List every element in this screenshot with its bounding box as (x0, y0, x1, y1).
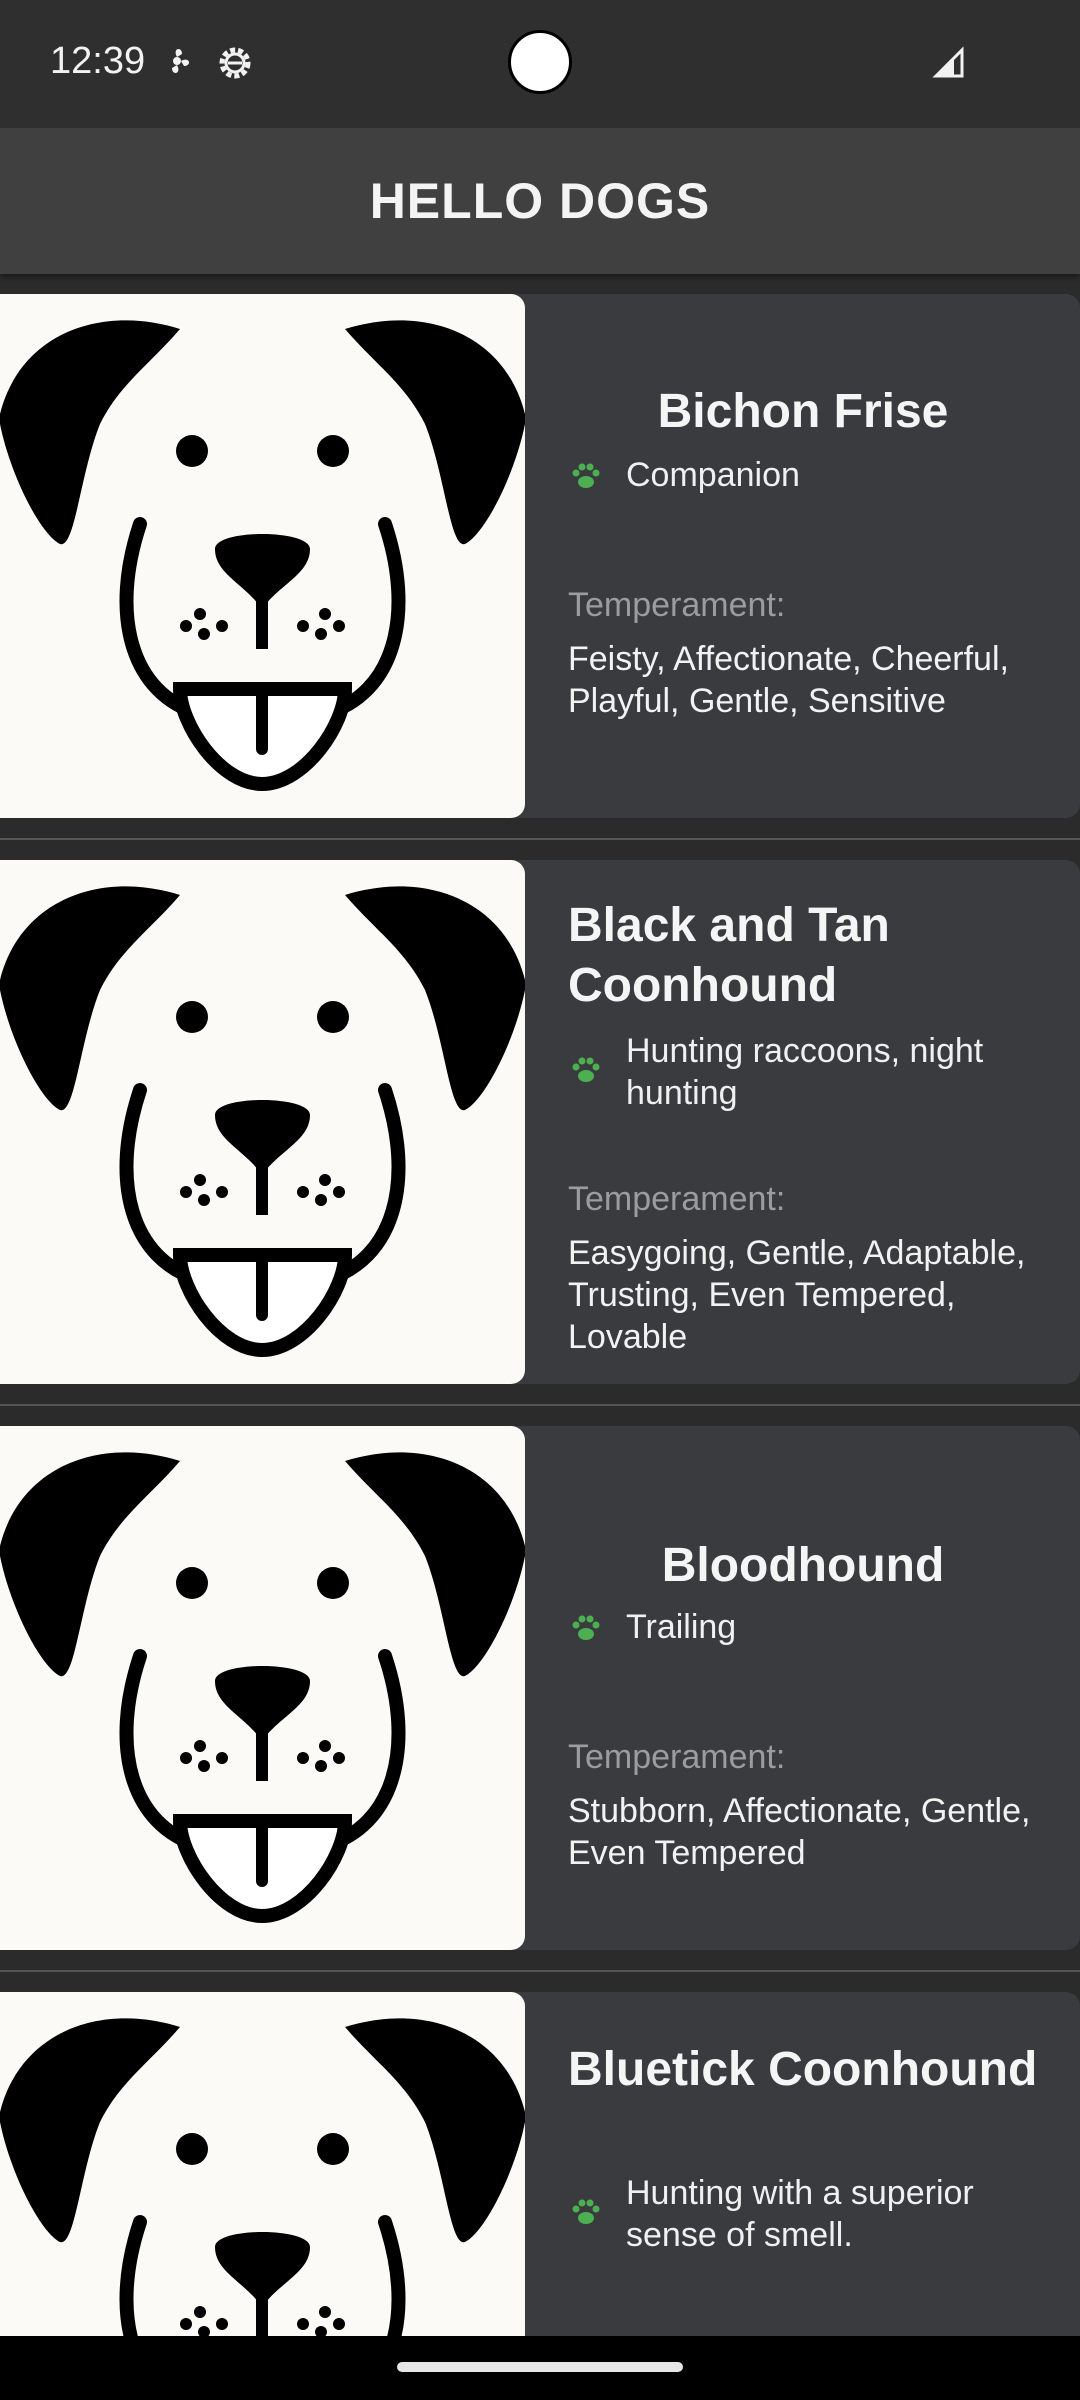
dog-card-body: Bichon Frise Companion Temperament: Feis… (568, 294, 1048, 818)
temperament-label: Temperament: (568, 1738, 786, 1776)
dog-card[interactable]: Black and Tan Coonhound Hunting raccoons… (0, 860, 1080, 1384)
dog-card-body: Black and Tan Coonhound Hunting raccoons… (568, 860, 1048, 1384)
app-bar: HELLO DOGS (0, 128, 1080, 274)
dog-face-icon (0, 886, 525, 1358)
dog-card-body: Bluetick Coonhound Hunting with a superi… (568, 1992, 1048, 2336)
settings-icon (216, 44, 254, 87)
dog-card[interactable]: Bichon Frise Companion Temperament: Feis… (0, 294, 1080, 818)
dog-card-body: Bloodhound Trailing Temperament: Stubbor… (568, 1426, 1048, 1950)
breed-name: Bichon Frise (657, 385, 949, 438)
status-bar: 12:39 (0, 0, 1080, 128)
dog-face-image (0, 860, 525, 1384)
breed-name: Bluetick Coonhound (568, 2043, 1038, 2096)
dog-face-icon (0, 320, 525, 792)
navigation-bar (0, 2336, 1080, 2400)
dog-card[interactable]: Bloodhound Trailing Temperament: Stubbor… (0, 1426, 1080, 1950)
breed-name: Black and Tan Coonhound (568, 899, 890, 1012)
status-time: 12:39 (50, 40, 146, 82)
paw-icon (572, 1615, 600, 1640)
temperament-text: Easygoing, Gentle, Adaptable, Trusting, … (568, 1234, 1026, 1356)
paw-icon (572, 1057, 600, 1082)
temperament-label: Temperament: (568, 1180, 786, 1218)
divider (0, 838, 1080, 840)
fan-icon (160, 44, 194, 83)
bred-for-text: Trailing (626, 1608, 737, 1646)
signal-icon (932, 46, 966, 85)
app-title: HELLO DOGS (369, 173, 711, 229)
temperament-text: Feisty, Affectionate, Cheerful, Playful,… (568, 640, 1009, 720)
bred-for-text: Companion (626, 456, 800, 494)
temperament-label: Temperament: (568, 586, 786, 624)
dog-card[interactable]: Bluetick Coonhound Hunting with a superi… (0, 1992, 1080, 2336)
dog-face-icon (0, 2018, 525, 2336)
dog-face-image (0, 1426, 525, 1950)
bred-for-text: Hunting with a superior sense of smell. (626, 2174, 974, 2254)
paw-icon (572, 2199, 600, 2224)
camera-cutout (508, 30, 572, 94)
dog-face-icon (0, 1452, 525, 1924)
home-gesture-handle[interactable] (397, 2362, 683, 2372)
dog-face-image (0, 294, 525, 818)
dog-face-image (0, 1992, 525, 2336)
breed-name: Bloodhound (661, 1539, 945, 1592)
bred-for-text: Hunting raccoons, night hunting (626, 1032, 984, 1112)
dog-list[interactable]: Bichon Frise Companion Temperament: Feis… (0, 274, 1080, 2336)
divider (0, 1970, 1080, 1972)
divider (0, 1404, 1080, 1406)
paw-icon (572, 463, 600, 488)
temperament-text: Stubborn, Affectionate, Gentle, Even Tem… (568, 1792, 1031, 1872)
